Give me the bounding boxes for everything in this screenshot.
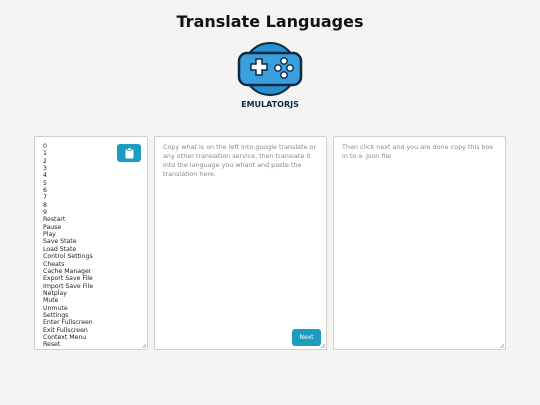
key-list-item: Load State [43, 245, 77, 253]
key-list-item: 4 [43, 172, 47, 180]
key-list-item: Play [43, 231, 56, 239]
key-list-item: Cheats [43, 260, 65, 268]
translation-input-placeholder: Copy what is on the left into google tra… [163, 143, 317, 178]
key-list-item: 9 [43, 209, 47, 217]
key-list-item: Enter Fullscreen [43, 319, 93, 327]
resize-handle-icon[interactable] [141, 343, 146, 348]
key-list-item: Settings [43, 311, 69, 319]
key-list-item: Import Save File [43, 282, 94, 290]
copy-button[interactable] [117, 144, 141, 162]
key-list-item: Cache Manager [43, 267, 92, 275]
key-list-item: Save State [43, 238, 77, 246]
key-list-item: 6 [43, 187, 47, 195]
key-list: 0 1 2 3 4 5 6 7 8 9 Restart Pause Play Save State Load… [43, 143, 93, 349]
key-list-item: Unmute [43, 304, 68, 312]
translation-input-textarea[interactable]: Copy what is on the left into google tra… [154, 136, 327, 350]
key-list-item: 3 [43, 165, 47, 173]
keys-textarea[interactable]: 0 1 2 3 4 5 6 7 8 9 Restart Pause Play Save State Load… [34, 136, 148, 350]
key-list-item: 0 [43, 143, 47, 150]
key-list-item: 5 [43, 179, 47, 187]
resize-handle-icon[interactable] [320, 343, 325, 348]
key-list-item: Pause [43, 223, 62, 231]
emulatorjs-logo: EMULATORJS [236, 41, 304, 111]
key-list-item: 8 [43, 201, 47, 209]
key-list-item: 1 [43, 150, 47, 158]
key-list-item: Control Settings [43, 253, 93, 261]
key-list-item: 7 [43, 194, 47, 202]
key-list-item: Netplay [43, 289, 67, 297]
json-output-textarea[interactable]: Then click next and you are done copy th… [333, 136, 506, 350]
key-list-item: Exit Fullscreen [43, 326, 88, 334]
resize-handle-icon[interactable] [499, 343, 504, 348]
key-list-item: 2 [43, 157, 47, 165]
gamepad-icon: EMULATORJS [237, 42, 303, 109]
logo-text: EMULATORJS [241, 100, 299, 109]
page-title: Translate Languages [176, 12, 364, 31]
key-list-item: Reset [43, 341, 61, 349]
clipboard-icon [125, 147, 133, 158]
next-button[interactable]: Next [292, 329, 321, 346]
key-list-item: Mute [43, 297, 59, 305]
json-output-placeholder: Then click next and you are done copy th… [342, 143, 494, 160]
key-list-item: Restart [43, 216, 66, 224]
key-list-item: Context Menu [43, 333, 87, 341]
key-list-item: Export Save File [43, 275, 93, 283]
